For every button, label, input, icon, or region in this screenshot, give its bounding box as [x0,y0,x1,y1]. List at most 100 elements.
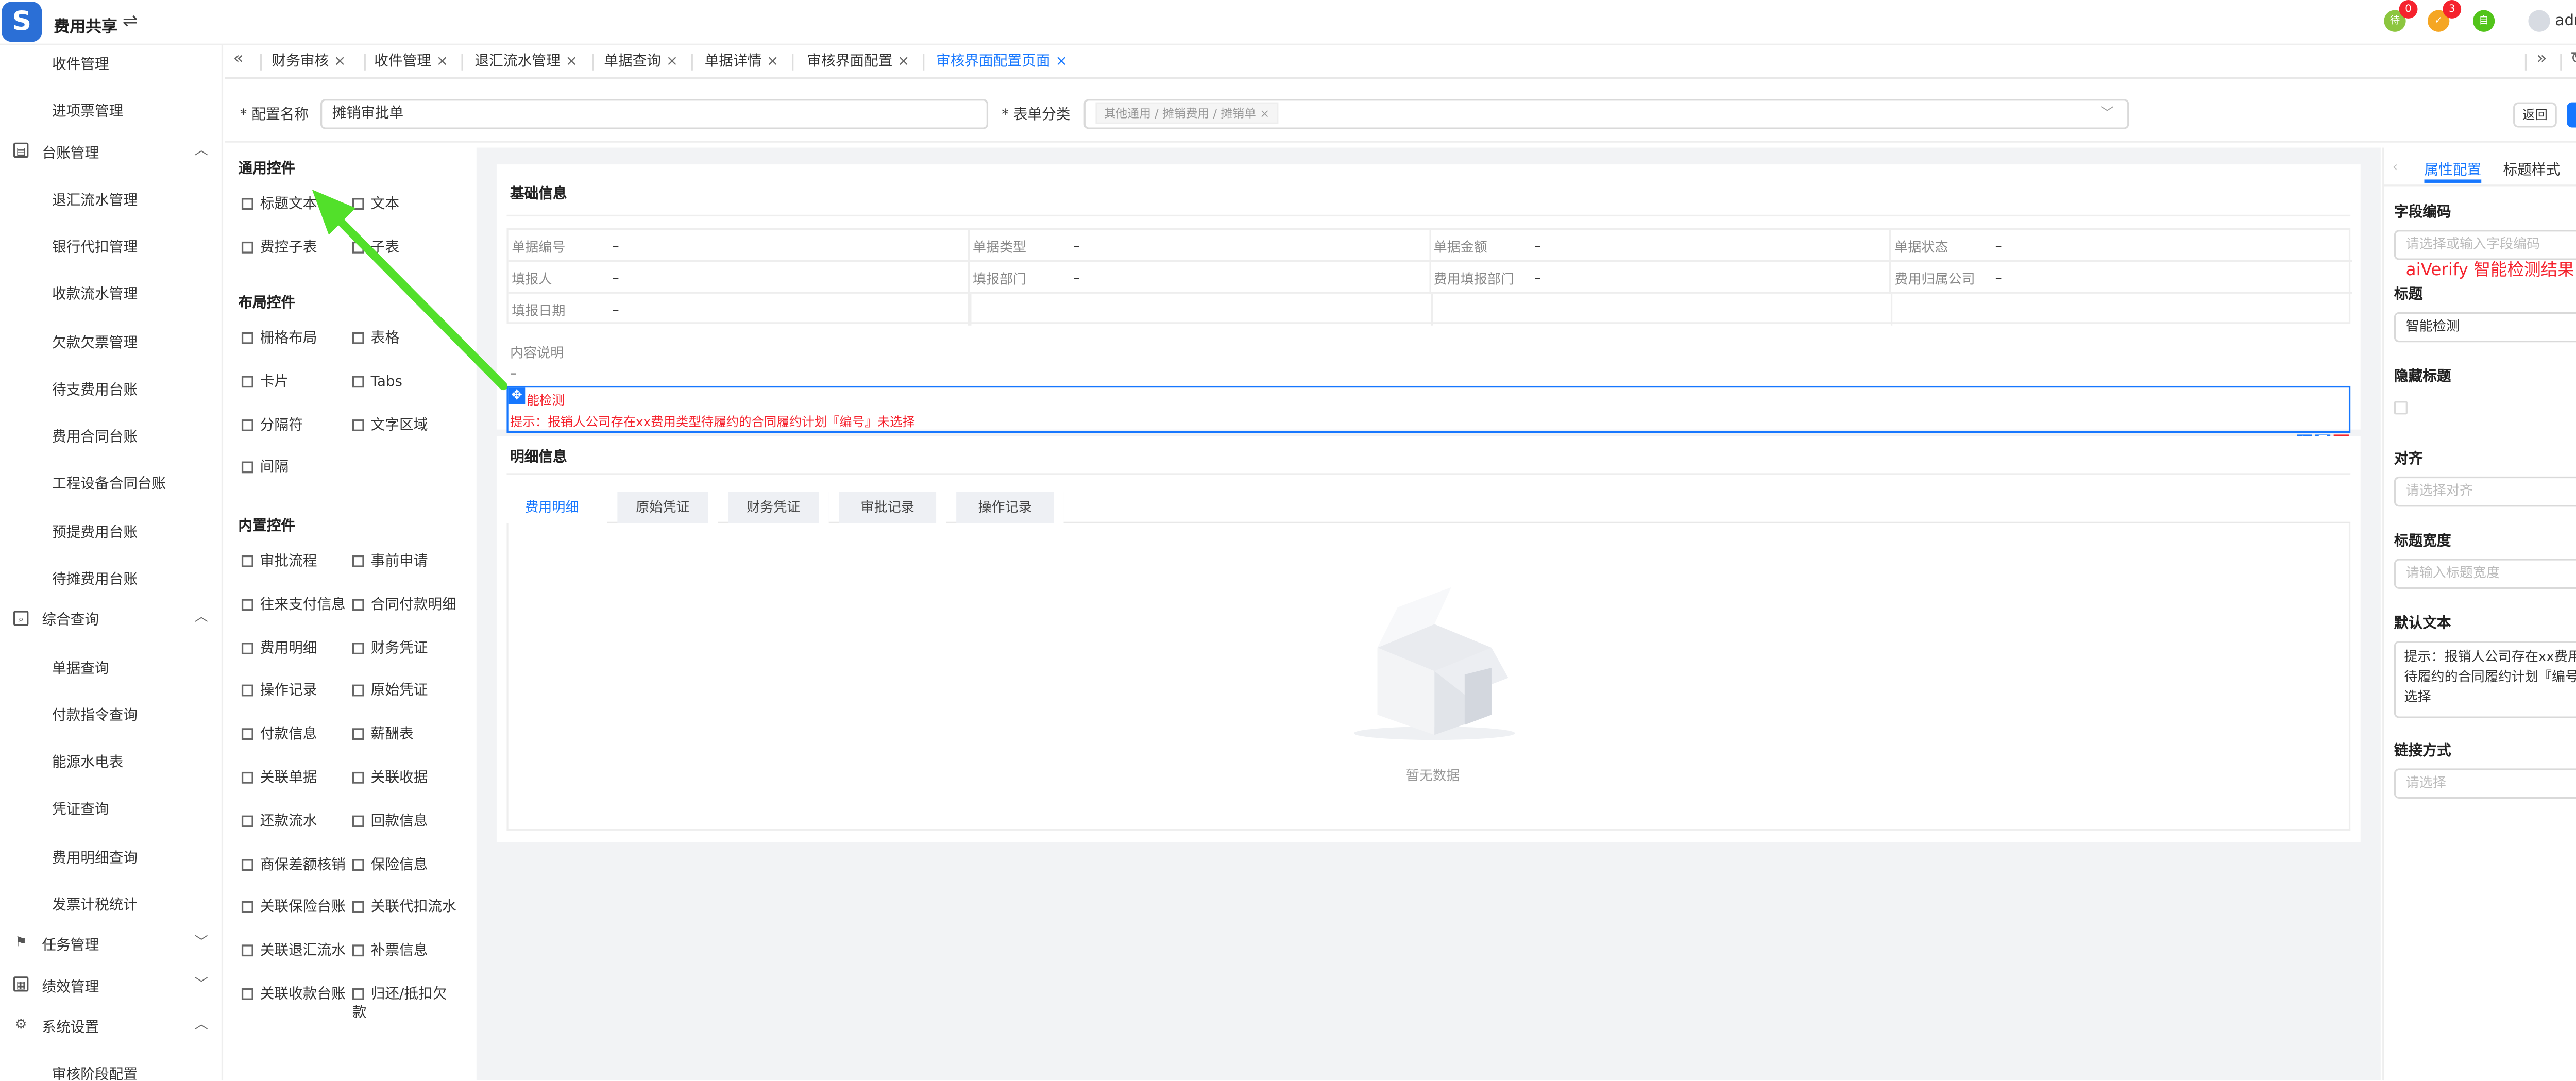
palette-item[interactable]: 回款信息 [352,814,456,832]
collapse-left-icon[interactable]: « [233,50,244,69]
palette-item[interactable]: 关联保险台账 [241,900,346,919]
back-button[interactable]: 返回 [2513,102,2557,128]
sidebar-item[interactable]: 银行代扣管理 [52,237,138,257]
sidebar-group-settings[interactable]: 系统设置 [42,1017,99,1037]
palette-item[interactable]: 关联收款台账 [241,987,346,1005]
link-type-select[interactable]: 请选择﹀ [2394,768,2576,799]
close-icon[interactable]: × [334,54,346,71]
palette-item[interactable]: 商保差额核销 [241,857,346,875]
palette-item[interactable]: 标题文本 [241,196,317,215]
sidebar-item[interactable]: 发票计税统计 [52,894,138,915]
detail-tab[interactable]: 审批记录 [839,492,946,523]
title-width-input[interactable]: 请输入标题宽度 [2394,559,2576,589]
close-icon[interactable]: × [1260,107,1269,121]
palette-item[interactable]: 间隔 [241,461,289,479]
chevron-up-icon[interactable]: ︿ [195,607,208,626]
palette-item[interactable]: 原始凭证 [352,684,456,702]
palette-item[interactable]: 关联收据 [352,770,456,789]
refresh-icon[interactable]: ↻ [2570,50,2576,69]
sidebar-item-receipt[interactable]: 收件管理 [52,54,109,74]
drag-handle-icon[interactable]: ✥ [508,387,526,404]
detail-tab[interactable]: 操作记录 [956,492,1064,523]
sidebar-item[interactable]: 工程设备合同台账 [52,473,166,494]
detail-tab[interactable]: 费用明细 [506,492,607,523]
align-select[interactable]: 请选择对齐﹀ [2394,476,2576,507]
sidebar-item[interactable]: 待摊费用台账 [52,569,138,589]
palette-item[interactable]: 财务凭证 [352,640,456,659]
close-icon[interactable]: × [565,54,577,71]
palette-item[interactable]: 表格 [352,331,456,349]
sidebar-item-input-invoice[interactable]: 进项票管理 [52,100,123,121]
palette-item[interactable]: 事前申请 [352,554,456,572]
collapse-right-icon[interactable]: » [2537,50,2547,69]
close-icon[interactable]: × [666,54,678,71]
sidebar-group-query[interactable]: 综合查询 [42,609,99,630]
palette-item[interactable]: 关联退汇流水 [241,943,346,962]
avatar[interactable] [2528,10,2550,32]
palette-item[interactable]: 付款信息 [241,727,317,746]
tab-audit-config-page[interactable]: 审核界面配置页面 × [929,45,1074,79]
sidebar-item[interactable]: 待支费用台账 [52,379,138,399]
sidebar-item-audit-stage[interactable]: 审核阶段配置 [52,1064,138,1080]
detail-tab[interactable]: 原始凭证 [617,492,718,523]
sidebar-item[interactable]: 付款指令查询 [52,705,138,725]
sidebar-item[interactable]: 单据查询 [52,658,109,678]
detail-tab[interactable]: 财务凭证 [728,492,829,523]
sidebar-item[interactable]: 费用合同台账 [52,426,138,447]
tab-refund-flow[interactable]: 退汇流水管理 × [468,45,584,79]
palette-item[interactable]: 费用明细 [241,640,317,659]
palette-item[interactable]: 费控子表 [241,240,317,258]
close-icon[interactable]: × [767,54,778,71]
chevron-up-icon[interactable]: ︿ [195,1015,208,1034]
title-input[interactable]: 智能检测 [2394,312,2576,343]
sidebar-item[interactable]: 退汇流水管理 [52,190,138,210]
palette-item[interactable]: 卡片 [241,374,289,393]
tab-property-config[interactable]: 属性配置 [2424,159,2481,180]
palette-item[interactable]: 操作记录 [241,684,317,702]
palette-item[interactable]: 子表 [352,240,456,258]
auto-icon[interactable]: 自 [2472,10,2495,32]
chevron-left-icon[interactable]: ‹ [2393,159,2398,174]
default-text-textarea[interactable]: 提示：报销人公司存在xx费用类型待履约的合同履约计划『编号』未选择 [2394,640,2576,718]
sidebar-group-ledger[interactable]: 台账管理 [42,143,99,163]
sidebar-item[interactable]: 预提费用台账 [52,522,138,542]
tab-audit-config[interactable]: 审核界面配置 × [800,45,916,79]
palette-item[interactable]: 保险信息 [352,857,456,875]
close-icon[interactable]: × [436,54,448,71]
chevron-down-icon[interactable]: ﹀ [195,933,208,952]
palette-item[interactable]: 关联代扣流水 [352,900,456,919]
user-name[interactable]: admin1 [2555,13,2576,30]
tab-title-style[interactable]: 标题样式 [2503,159,2561,180]
close-icon[interactable]: × [897,54,909,71]
tab-receipt[interactable]: 收件管理 × [367,45,455,79]
palette-item[interactable]: Tabs [352,374,456,393]
sidebar-item[interactable]: 凭证查询 [52,799,109,819]
tab-doc-query[interactable]: 单据查询 × [597,45,685,79]
form-category-select[interactable]: 其他通用 / 摊销费用 / 摊销单 × ﹀ [1083,99,2129,129]
save-button[interactable]: 保存 [2567,102,2576,128]
palette-item[interactable]: 审批流程 [241,554,317,572]
palette-item[interactable]: 还款流水 [241,814,317,832]
sidebar-item[interactable]: 费用明细查询 [52,847,138,868]
sidebar-group-performance[interactable]: 绩效管理 [42,976,99,997]
palette-item[interactable]: 补票信息 [352,943,456,962]
palette-item[interactable]: 栅格布局 [241,331,317,349]
palette-item[interactable]: 分隔符 [241,417,303,436]
selected-title-block[interactable]: ✥ 能检测 提示：报销人公司存在xx费用类型待履约的合同履约计划『编号』未选择 … [506,385,2351,447]
palette-item[interactable]: 关联单据 [241,770,317,789]
palette-item[interactable]: 文本 [352,196,456,215]
sidebar-item[interactable]: 收款流水管理 [52,283,138,304]
hide-title-checkbox[interactable] [2394,401,2408,415]
tab-doc-detail[interactable]: 单据详情 × [698,45,786,79]
palette-item[interactable]: 文字区域 [352,417,456,436]
palette-item[interactable]: 归还/抵扣欠款 [352,987,456,1024]
sidebar-item[interactable]: 欠款欠票管理 [52,332,138,352]
palette-item[interactable]: 合同付款明细 [352,597,456,616]
tab-finance-audit[interactable]: 财务审核 × [265,45,353,79]
chevron-down-icon[interactable]: ﹀ [195,975,208,993]
sidebar-item[interactable]: 能源水电表 [52,752,123,772]
chevron-up-icon[interactable]: ︿ [195,141,208,160]
close-icon[interactable]: × [1055,54,1067,71]
sidebar-group-task[interactable]: 任务管理 [42,935,99,955]
palette-item[interactable]: 往来支付信息 [241,597,346,616]
